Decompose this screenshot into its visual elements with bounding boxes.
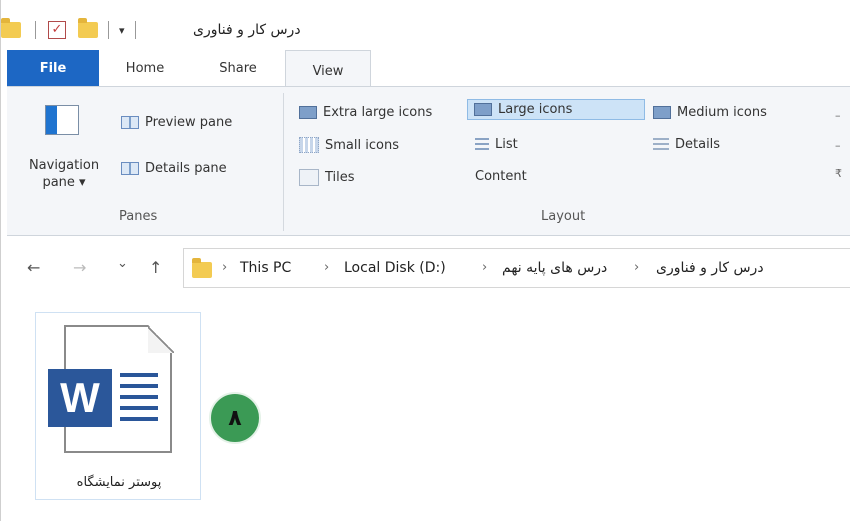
layout-medium-icons[interactable]: Medium icons <box>653 105 767 120</box>
preview-pane-icon <box>121 116 139 129</box>
recent-locations-icon[interactable]: ⌄ <box>117 256 128 271</box>
details-pane-button[interactable]: Details pane <box>121 161 227 176</box>
layout-large-icons[interactable]: Large icons <box>467 99 645 120</box>
up-arrow-icon[interactable]: ↑ <box>149 258 162 277</box>
layout-tiles[interactable]: Tiles <box>299 169 355 186</box>
navigation-pane-icon[interactable] <box>45 105 79 135</box>
address-bar[interactable]: › This PC › Local Disk (D:) › درس های پا… <box>183 248 850 288</box>
layout-scroll-down-icon[interactable]: – <box>835 139 841 152</box>
details-icon <box>653 138 669 151</box>
text-lines-icon <box>120 373 158 421</box>
large-icons-icon <box>474 103 492 116</box>
tab-home[interactable]: Home <box>113 50 177 86</box>
title-bar: ✓ ▾ درس کار و فناوری <box>1 0 850 44</box>
word-logo-icon: W <box>48 369 112 427</box>
layout-option-label: Small icons <box>325 137 399 153</box>
chevron-right-icon[interactable]: › <box>634 260 639 275</box>
properties-check-icon[interactable]: ✓ <box>48 21 66 39</box>
tab-file[interactable]: File <box>7 50 99 86</box>
customize-dropdown-icon[interactable]: ▾ <box>119 24 125 37</box>
new-folder-icon[interactable] <box>78 18 98 38</box>
ribbon-view: Navigation pane ▾ Preview pane Details p… <box>7 86 850 486</box>
layout-list[interactable]: List <box>475 137 518 152</box>
chevron-right-icon[interactable]: › <box>324 260 329 275</box>
tab-share[interactable]: Share <box>206 50 270 86</box>
layout-option-label: Large icons <box>498 102 573 117</box>
layout-expand-icon[interactable]: ₹ <box>835 167 842 180</box>
page-fold-icon <box>148 325 174 353</box>
navigation-pane-button[interactable]: Navigation pane ▾ <box>17 157 111 191</box>
ribbon-tabs: File Home Share View <box>1 44 850 92</box>
quick-access-toolbar: ✓ ▾ <box>1 18 136 42</box>
layout-option-label: Medium icons <box>677 105 767 120</box>
file-explorer-window: ✓ ▾ درس کار و فناوری File Home Share Vie… <box>0 0 850 521</box>
breadcrumb-local-disk[interactable]: Local Disk (D:) <box>344 260 446 276</box>
panes-group-label: Panes <box>119 209 158 224</box>
layout-option-label: Details <box>675 137 721 152</box>
preview-pane-button[interactable]: Preview pane <box>121 115 232 130</box>
file-item[interactable]: W پوستر نمایشگاه <box>35 312 201 500</box>
extra-large-icons-icon <box>299 106 317 119</box>
layout-content[interactable]: Content <box>475 169 527 486</box>
preview-pane-label: Preview pane <box>145 115 233 130</box>
layout-scroll-up-icon[interactable]: – <box>835 109 841 122</box>
group-separator <box>283 93 284 231</box>
layout-group-label: Layout <box>541 209 586 224</box>
file-list-area: W پوستر نمایشگاه ۸ <box>1 300 850 521</box>
forward-arrow-icon[interactable]: → <box>73 258 86 277</box>
layout-small-icons[interactable]: Small icons <box>299 137 399 153</box>
folder-icon[interactable] <box>1 18 21 38</box>
layout-option-label: List <box>495 137 518 152</box>
layout-option-label: Content <box>475 169 527 184</box>
details-pane-icon <box>121 162 139 175</box>
toolbar-separator <box>35 21 36 39</box>
medium-icons-icon <box>653 106 671 119</box>
breadcrumb-this-pc[interactable]: This PC <box>240 260 291 276</box>
layout-option-label: Tiles <box>325 170 355 185</box>
tiles-icon <box>299 169 319 186</box>
small-icons-icon <box>299 137 319 153</box>
breadcrumb-current-folder[interactable]: درس کار و فناوری <box>656 260 764 276</box>
chevron-right-icon[interactable]: › <box>222 260 227 275</box>
toolbar-separator <box>108 21 109 39</box>
breadcrumb-grade-nine-lessons[interactable]: درس های پایه نهم <box>502 260 607 276</box>
chevron-right-icon[interactable]: › <box>482 260 487 275</box>
toolbar-separator <box>134 21 136 39</box>
layout-extra-large-icons[interactable]: Extra large icons <box>299 105 432 120</box>
details-pane-label: Details pane <box>145 161 227 176</box>
list-icon <box>475 138 489 151</box>
back-arrow-icon[interactable]: ← <box>27 258 40 277</box>
navigation-bar: ← → ⌄ ↑ › This PC › Local Disk (D:) › در… <box>1 236 850 300</box>
layout-option-label: Extra large icons <box>323 105 433 120</box>
file-name[interactable]: پوستر نمایشگاه <box>36 475 202 490</box>
layout-details[interactable]: Details <box>653 137 720 152</box>
folder-icon <box>192 258 212 278</box>
window-title: درس کار و فناوری <box>193 22 301 38</box>
step-number-badge: ۸ <box>209 392 261 444</box>
